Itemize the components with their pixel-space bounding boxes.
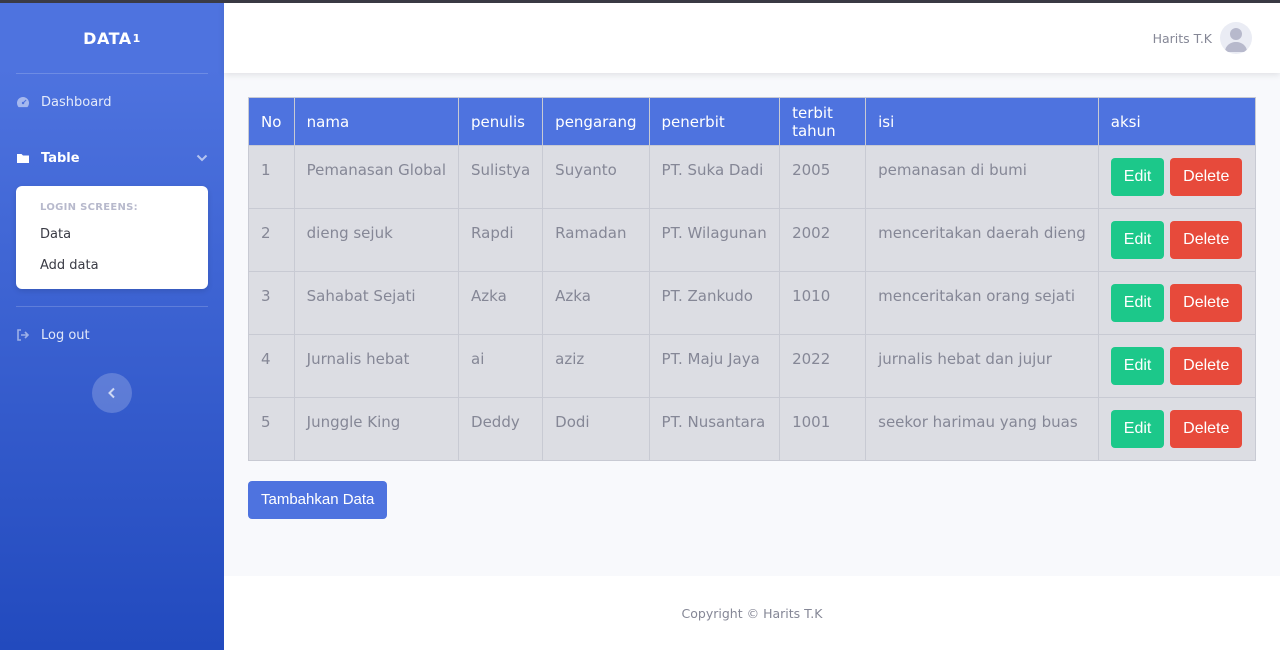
table-cell: aziz	[542, 334, 650, 398]
table-cell: 2002	[779, 208, 867, 272]
delete-button[interactable]: Delete	[1170, 221, 1243, 259]
table-submenu: LOGIN SCREENS: Data Add data	[16, 186, 208, 289]
table-row: 5 Junggle King Deddy Dodi PT. Nusantara 1001 s…	[248, 397, 1257, 461]
table-cell: 1001	[779, 397, 867, 461]
delete-button[interactable]: Delete	[1170, 347, 1243, 385]
submenu-header: LOGIN SCREENS:	[40, 202, 138, 213]
brand-sup: 1	[132, 31, 141, 45]
folder-icon	[16, 151, 30, 165]
column-header: pengarang	[542, 97, 650, 146]
table-cell: Pemanasan Global	[293, 145, 460, 209]
table-cell-actions: Edit Delete	[1097, 397, 1257, 461]
table-cell: Sulistya	[458, 145, 544, 209]
table-header-row: No nama penulis pengarang penerbit terbit tah…	[248, 97, 1257, 146]
table-row: 2 dieng sejuk Rapdi Ramadan PT. Wilagunan 200…	[248, 208, 1257, 272]
table-cell: PT. Wilagunan	[648, 208, 781, 272]
column-header: penerbit	[648, 97, 781, 146]
edit-button[interactable]: Edit	[1110, 410, 1165, 448]
table-cell: 1010	[779, 271, 867, 335]
main-content: No nama penulis pengarang penerbit terbit tah…	[248, 97, 1257, 519]
delete-button[interactable]: Delete	[1170, 158, 1243, 196]
sidebar-item-logout[interactable]: Log out	[0, 307, 224, 363]
add-data-button[interactable]: Tambahkan Data	[248, 481, 388, 519]
tachometer-icon	[16, 95, 30, 109]
topbar: Harits T.K	[224, 3, 1280, 73]
brand-name: DATA	[83, 28, 132, 48]
table-cell: Deddy	[458, 397, 544, 461]
table-cell: dieng sejuk	[293, 208, 460, 272]
table-cell: PT. Maju Jaya	[648, 334, 781, 398]
table-cell: Rapdi	[458, 208, 544, 272]
delete-button[interactable]: Delete	[1170, 410, 1243, 448]
table-cell: 3	[248, 271, 295, 335]
data-table: No nama penulis pengarang penerbit terbit tah…	[248, 97, 1257, 461]
delete-button[interactable]: Delete	[1170, 284, 1243, 322]
table-cell: Azka	[458, 271, 544, 335]
edit-button[interactable]: Edit	[1110, 347, 1165, 385]
table-cell: Azka	[542, 271, 650, 335]
chevron-down-icon	[196, 151, 208, 166]
edit-button[interactable]: Edit	[1110, 158, 1165, 196]
column-header: penulis	[458, 97, 544, 146]
table-cell: Jurnalis hebat	[293, 334, 460, 398]
table-cell: 5	[248, 397, 295, 461]
edit-button[interactable]: Edit	[1110, 221, 1165, 259]
table-row: 4 Jurnalis hebat ai aziz PT. Maju Jaya 2022 ju…	[248, 334, 1257, 398]
sidebar: DATA 1 Dashboard Table LOGIN SCREENS: Dat…	[0, 3, 224, 650]
submenu-item-add-data[interactable]: Add data	[16, 250, 208, 281]
table-cell-actions: Edit Delete	[1097, 208, 1257, 272]
table-cell-actions: Edit Delete	[1097, 145, 1257, 209]
table-cell: jurnalis hebat dan jujur	[865, 334, 1099, 398]
user-name[interactable]: Harits T.K	[1153, 31, 1212, 46]
table-cell: 4	[248, 334, 295, 398]
sidebar-item-dashboard[interactable]: Dashboard	[0, 74, 224, 130]
table-cell: PT. Suka Dadi	[648, 145, 781, 209]
column-header: aksi	[1097, 97, 1257, 146]
table-cell: Junggle King	[293, 397, 460, 461]
sidebar-item-label: Dashboard	[41, 94, 112, 110]
avatar[interactable]	[1220, 22, 1252, 54]
table-cell: Dodi	[542, 397, 650, 461]
table-cell: pemanasan di bumi	[865, 145, 1099, 209]
table-cell-actions: Edit Delete	[1097, 271, 1257, 335]
sidebar-item-label: Table	[41, 150, 80, 166]
footer: Copyright © Harits T.K	[224, 576, 1280, 650]
sidebar-toggle-button[interactable]	[92, 373, 132, 413]
table-cell: seekor harimau yang buas	[865, 397, 1099, 461]
column-header: No	[248, 97, 295, 146]
table-row: 1 Pemanasan Global Sulistya Suyanto PT. Suka…	[248, 145, 1257, 209]
sidebar-item-label: Log out	[41, 327, 90, 343]
table-cell: 1	[248, 145, 295, 209]
column-header: nama	[293, 97, 460, 146]
copyright-text: Copyright © Harits T.K	[681, 605, 823, 621]
chevron-left-icon	[108, 387, 115, 399]
sign-out-icon	[16, 328, 30, 342]
sidebar-brand[interactable]: DATA 1	[0, 3, 224, 73]
table-cell: PT. Nusantara	[648, 397, 781, 461]
table-cell: Suyanto	[542, 145, 650, 209]
table-cell: ai	[458, 334, 544, 398]
table-cell: 2005	[779, 145, 867, 209]
table-row: 3 Sahabat Sejati Azka Azka PT. Zankudo 1010 me…	[248, 271, 1257, 335]
table-cell-actions: Edit Delete	[1097, 334, 1257, 398]
sidebar-item-table[interactable]: Table	[0, 130, 224, 186]
table-cell: 2	[248, 208, 295, 272]
column-header: terbit tahun	[779, 97, 867, 146]
edit-button[interactable]: Edit	[1110, 284, 1165, 322]
table-cell: Ramadan	[542, 208, 650, 272]
table-cell: PT. Zankudo	[648, 271, 781, 335]
submenu-item-data[interactable]: Data	[16, 219, 208, 250]
table-cell: menceritakan daerah dieng	[865, 208, 1099, 272]
column-header: isi	[865, 97, 1099, 146]
table-cell: 2022	[779, 334, 867, 398]
table-cell: Sahabat Sejati	[293, 271, 460, 335]
user-avatar-icon	[1225, 28, 1247, 52]
table-body: 1 Pemanasan Global Sulistya Suyanto PT. Suka…	[248, 145, 1257, 461]
table-cell: menceritakan orang sejati	[865, 271, 1099, 335]
